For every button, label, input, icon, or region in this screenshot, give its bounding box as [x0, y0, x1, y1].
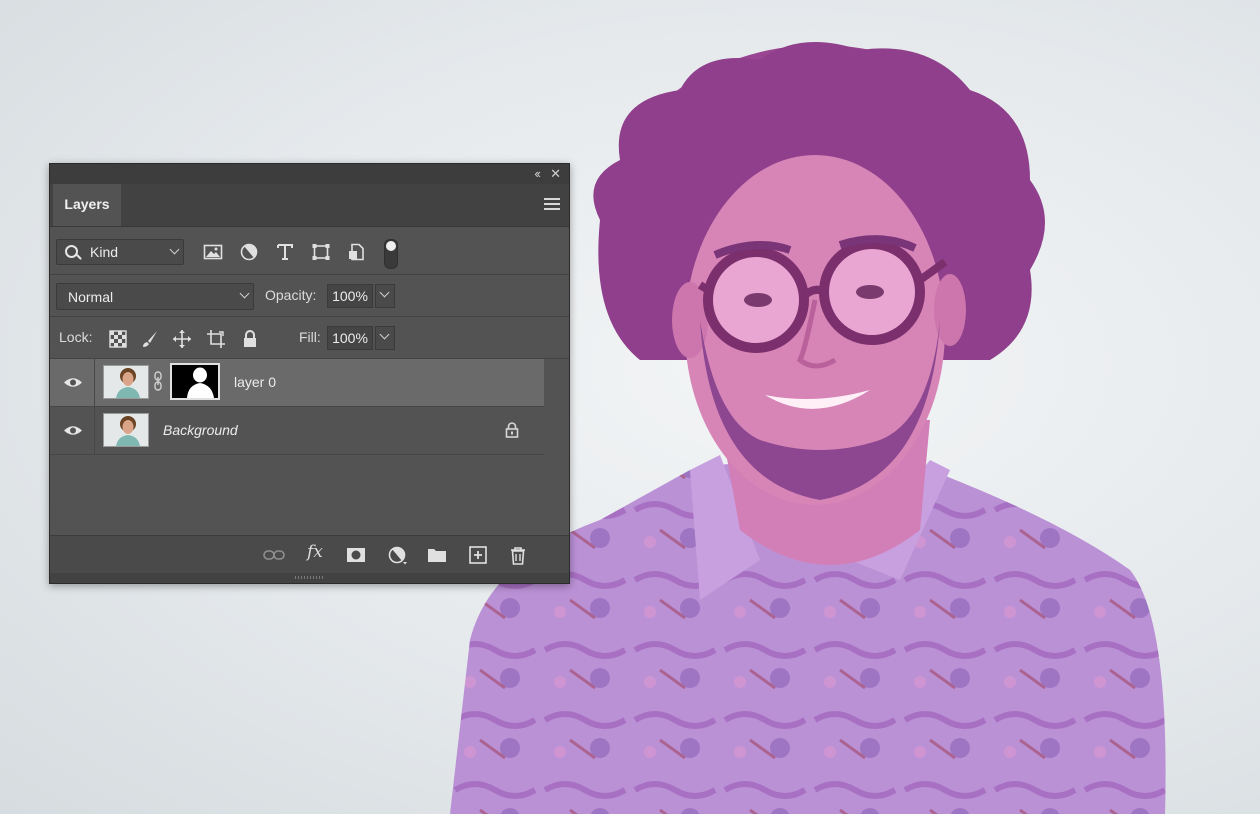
mask-silhouette-image	[172, 365, 218, 398]
mask-link-icon[interactable]	[154, 371, 162, 391]
panel-bottom-bar: fx	[50, 535, 569, 574]
layer-row[interactable]: layer 0	[50, 359, 544, 407]
layer-row[interactable]: Background	[50, 407, 544, 455]
layers-list: layer 0 Background	[50, 359, 569, 535]
filter-row: Kind	[50, 227, 569, 275]
layer-name[interactable]: layer 0	[234, 374, 276, 390]
opacity-label: Opacity:	[265, 287, 317, 303]
chevron-down-icon	[169, 244, 180, 255]
lock-row: Lock: Fill: 100%	[50, 317, 569, 359]
eye-icon	[64, 426, 82, 435]
lock-image-pixels-icon[interactable]	[140, 329, 160, 349]
eye-icon	[64, 378, 82, 387]
tab-layers[interactable]: Layers	[53, 184, 121, 226]
link-layers-icon[interactable]	[263, 545, 285, 565]
fill-input[interactable]: 100%	[327, 326, 373, 350]
blend-mode-value: Normal	[68, 289, 114, 305]
layer-mask-thumbnail[interactable]	[170, 363, 220, 400]
blend-mode-select[interactable]: Normal	[56, 283, 254, 310]
add-mask-icon[interactable]	[345, 545, 367, 565]
close-icon[interactable]: ✕	[550, 166, 561, 182]
adjustment-layer-icon[interactable]	[387, 545, 409, 565]
panel-menu-icon[interactable]	[544, 198, 560, 213]
panel-tab-row: Layers	[50, 184, 569, 227]
chevron-down-icon	[379, 329, 390, 340]
search-icon	[65, 245, 78, 258]
type-filter-icon[interactable]	[275, 243, 295, 261]
visibility-toggle[interactable]	[50, 407, 95, 454]
fill-dropdown[interactable]	[375, 326, 395, 350]
trash-icon[interactable]	[507, 545, 529, 565]
fill-label: Fill:	[299, 329, 321, 345]
adjustment-filter-icon[interactable]	[239, 243, 259, 261]
visibility-toggle[interactable]	[50, 359, 95, 406]
lock-transparent-pixels-icon[interactable]	[108, 329, 128, 349]
layers-panel: ‹‹ ✕ Layers Kind Normal Opacity: 100% Lo…	[49, 163, 570, 584]
kind-filter-label: Kind	[90, 244, 119, 260]
image-filter-icon[interactable]	[203, 243, 223, 261]
chevron-down-icon	[239, 288, 250, 299]
filter-toggle[interactable]	[384, 239, 398, 269]
fx-icon[interactable]: fx	[307, 542, 323, 562]
panel-title-bar[interactable]: ‹‹ ✕	[50, 164, 569, 184]
new-layer-icon[interactable]	[467, 545, 489, 565]
shape-filter-icon[interactable]	[311, 243, 331, 261]
lock-label: Lock:	[59, 329, 93, 345]
blend-row: Normal Opacity: 100%	[50, 275, 569, 317]
opacity-input[interactable]: 100%	[327, 284, 373, 308]
layer-name[interactable]: Background	[163, 422, 238, 438]
portrait-thumbnail-image	[104, 366, 148, 398]
layer-thumbnail[interactable]	[103, 413, 149, 447]
lock-position-icon[interactable]	[172, 329, 192, 349]
layer-lock-icon[interactable]	[505, 422, 519, 438]
opacity-dropdown[interactable]	[375, 284, 395, 308]
collapse-icon[interactable]: ‹‹	[534, 166, 541, 182]
chevron-down-icon	[379, 287, 390, 298]
new-group-icon[interactable]	[426, 545, 448, 565]
lock-all-icon[interactable]	[240, 329, 260, 349]
layer-thumbnail[interactable]	[103, 365, 149, 399]
panel-resize-grip[interactable]	[50, 573, 569, 583]
portrait-thumbnail-image	[104, 414, 148, 446]
prevent-autonest-icon[interactable]	[206, 329, 226, 349]
kind-filter-select[interactable]: Kind	[56, 239, 184, 265]
smart-object-filter-icon[interactable]	[347, 243, 367, 261]
